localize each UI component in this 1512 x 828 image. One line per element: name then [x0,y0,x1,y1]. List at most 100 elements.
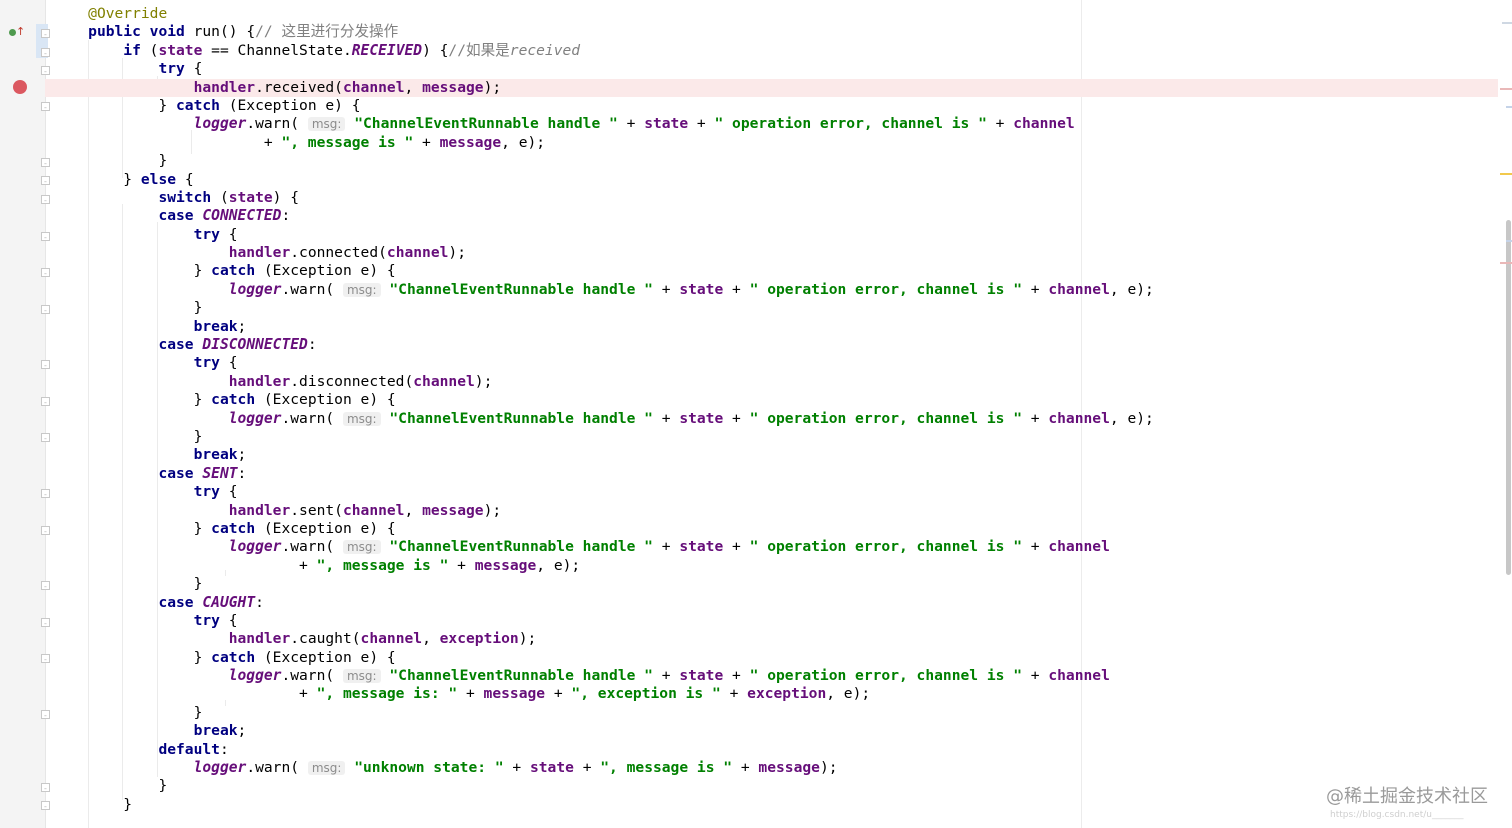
fold-marker-icon[interactable]: - [41,581,50,591]
warning-stripe-marker[interactable] [1500,173,1512,175]
string-token: ", message is " [316,556,449,574]
error-stripe-marker[interactable] [1506,240,1512,242]
fold-marker-icon[interactable]: - [41,195,50,205]
keyword-token: catch [176,96,220,114]
code-line: try { [53,60,1473,78]
fold-column-divider [45,0,46,828]
code-token: ; [237,446,247,464]
scrollbar-thumb[interactable] [1506,220,1511,575]
code-line: } catch (Exception e) { [53,649,1473,667]
code-token: , e); [1109,280,1154,298]
fold-marker-icon[interactable]: - [41,397,50,407]
fold-marker-icon[interactable]: - [41,618,50,628]
code-token: ( [211,188,229,206]
string-token: "ChannelEventRunnable handle " [389,667,653,685]
field-token: handler [228,372,291,390]
comment-token: // 这里进行分发操作 [255,23,399,41]
code-token: } [123,795,133,813]
static-field-token: logger [228,280,282,298]
fold-marker-icon[interactable]: - [41,305,50,315]
code-token: : [255,593,264,611]
code-token: } [193,648,212,666]
code-token: .disconnected( [290,372,414,390]
override-method-icon[interactable]: ↑ [9,24,27,40]
code-line: } catch (Exception e) { [53,97,1473,115]
code-token: ); [474,372,493,390]
keyword-token: catch [211,648,256,666]
fold-marker-icon[interactable]: - [41,232,50,242]
fold-marker-icon[interactable]: - [41,176,50,186]
code-line: } [53,428,1473,446]
code-line: } [53,152,1473,170]
code-line: + ", message is: " + message + ", except… [53,685,1473,703]
code-line: case CONNECTED: [53,207,1473,225]
fold-marker-icon[interactable]: - [41,783,50,793]
fold-marker-icon[interactable]: - [41,710,50,720]
keyword-token: default [158,740,220,758]
fold-marker-icon[interactable]: - [41,158,50,168]
code-token: .warn( [281,538,335,556]
code-token: + [652,538,680,556]
string-token: " operation error, channel is " [749,538,1022,556]
keyword-token: break [193,722,238,740]
code-token: , [404,501,423,519]
vertical-scrollbar[interactable] [1498,0,1512,828]
field-token: channel [386,244,449,262]
code-line: try { [53,226,1473,244]
code-token: } [193,391,212,409]
fold-marker-icon[interactable]: - [41,801,50,811]
code-token: { [219,354,238,372]
fold-marker-icon[interactable]: - [41,48,50,58]
fold-marker-icon[interactable]: - [41,433,50,443]
field-token: message [474,556,537,574]
code-area[interactable]: @Override public void run() {// 这里进行分发操作… [45,5,1512,814]
editor-gutter[interactable] [0,0,46,828]
code-token: : [219,740,229,758]
parameter-hint: msg: [307,761,346,776]
fold-marker-icon[interactable]: - [41,29,50,39]
code-token: .warn( [246,115,300,133]
parameter-hint: msg: [342,282,381,297]
code-token: + [457,685,484,703]
breakpoint-icon[interactable] [13,80,27,94]
field-token: channel [342,78,405,96]
code-token: ); [483,501,502,519]
code-token: } [158,777,168,795]
code-token: } [193,427,203,445]
field-token: channel [1048,667,1110,685]
fold-marker-icon[interactable]: - [41,102,50,112]
fold-marker-icon[interactable]: - [41,526,50,536]
field-token: channel [342,501,405,519]
code-token: } [193,519,212,537]
error-stripe-marker[interactable] [1502,22,1512,24]
fold-marker-icon[interactable]: - [41,360,50,370]
string-token: " operation error, channel is " [749,409,1022,427]
code-line: } catch (Exception e) { [53,262,1473,280]
keyword-token: switch [158,188,212,206]
code-line: try { [53,354,1473,372]
string-token: ", message is " [600,759,733,777]
code-line: break; [53,446,1473,464]
error-stripe-marker[interactable] [1500,262,1512,264]
field-token: handler [228,244,291,262]
code-token: , [404,78,423,96]
static-field-token: logger [193,115,247,133]
code-token: + [1022,667,1049,685]
fold-marker-icon[interactable]: - [41,268,50,278]
field-token: message [422,501,484,519]
fold-marker-icon[interactable]: - [41,66,50,76]
error-stripe-marker[interactable] [1500,88,1512,90]
error-stripe-marker[interactable] [1506,106,1512,108]
code-token: .warn( [281,409,335,427]
string-token: ", message is " [281,133,414,151]
static-field-token: CAUGHT [202,593,256,611]
code-line: logger.warn( msg: "ChannelEventRunnable … [53,410,1473,428]
keyword-token: try [158,60,185,78]
code-line: case CAUGHT: [53,594,1473,612]
field-token: state [679,280,724,298]
fold-marker-icon[interactable]: - [41,654,50,664]
code-line: default: [53,741,1473,759]
keyword-token: case [158,464,194,482]
fold-marker-icon[interactable]: - [41,489,50,499]
code-token: ) { [272,188,300,206]
